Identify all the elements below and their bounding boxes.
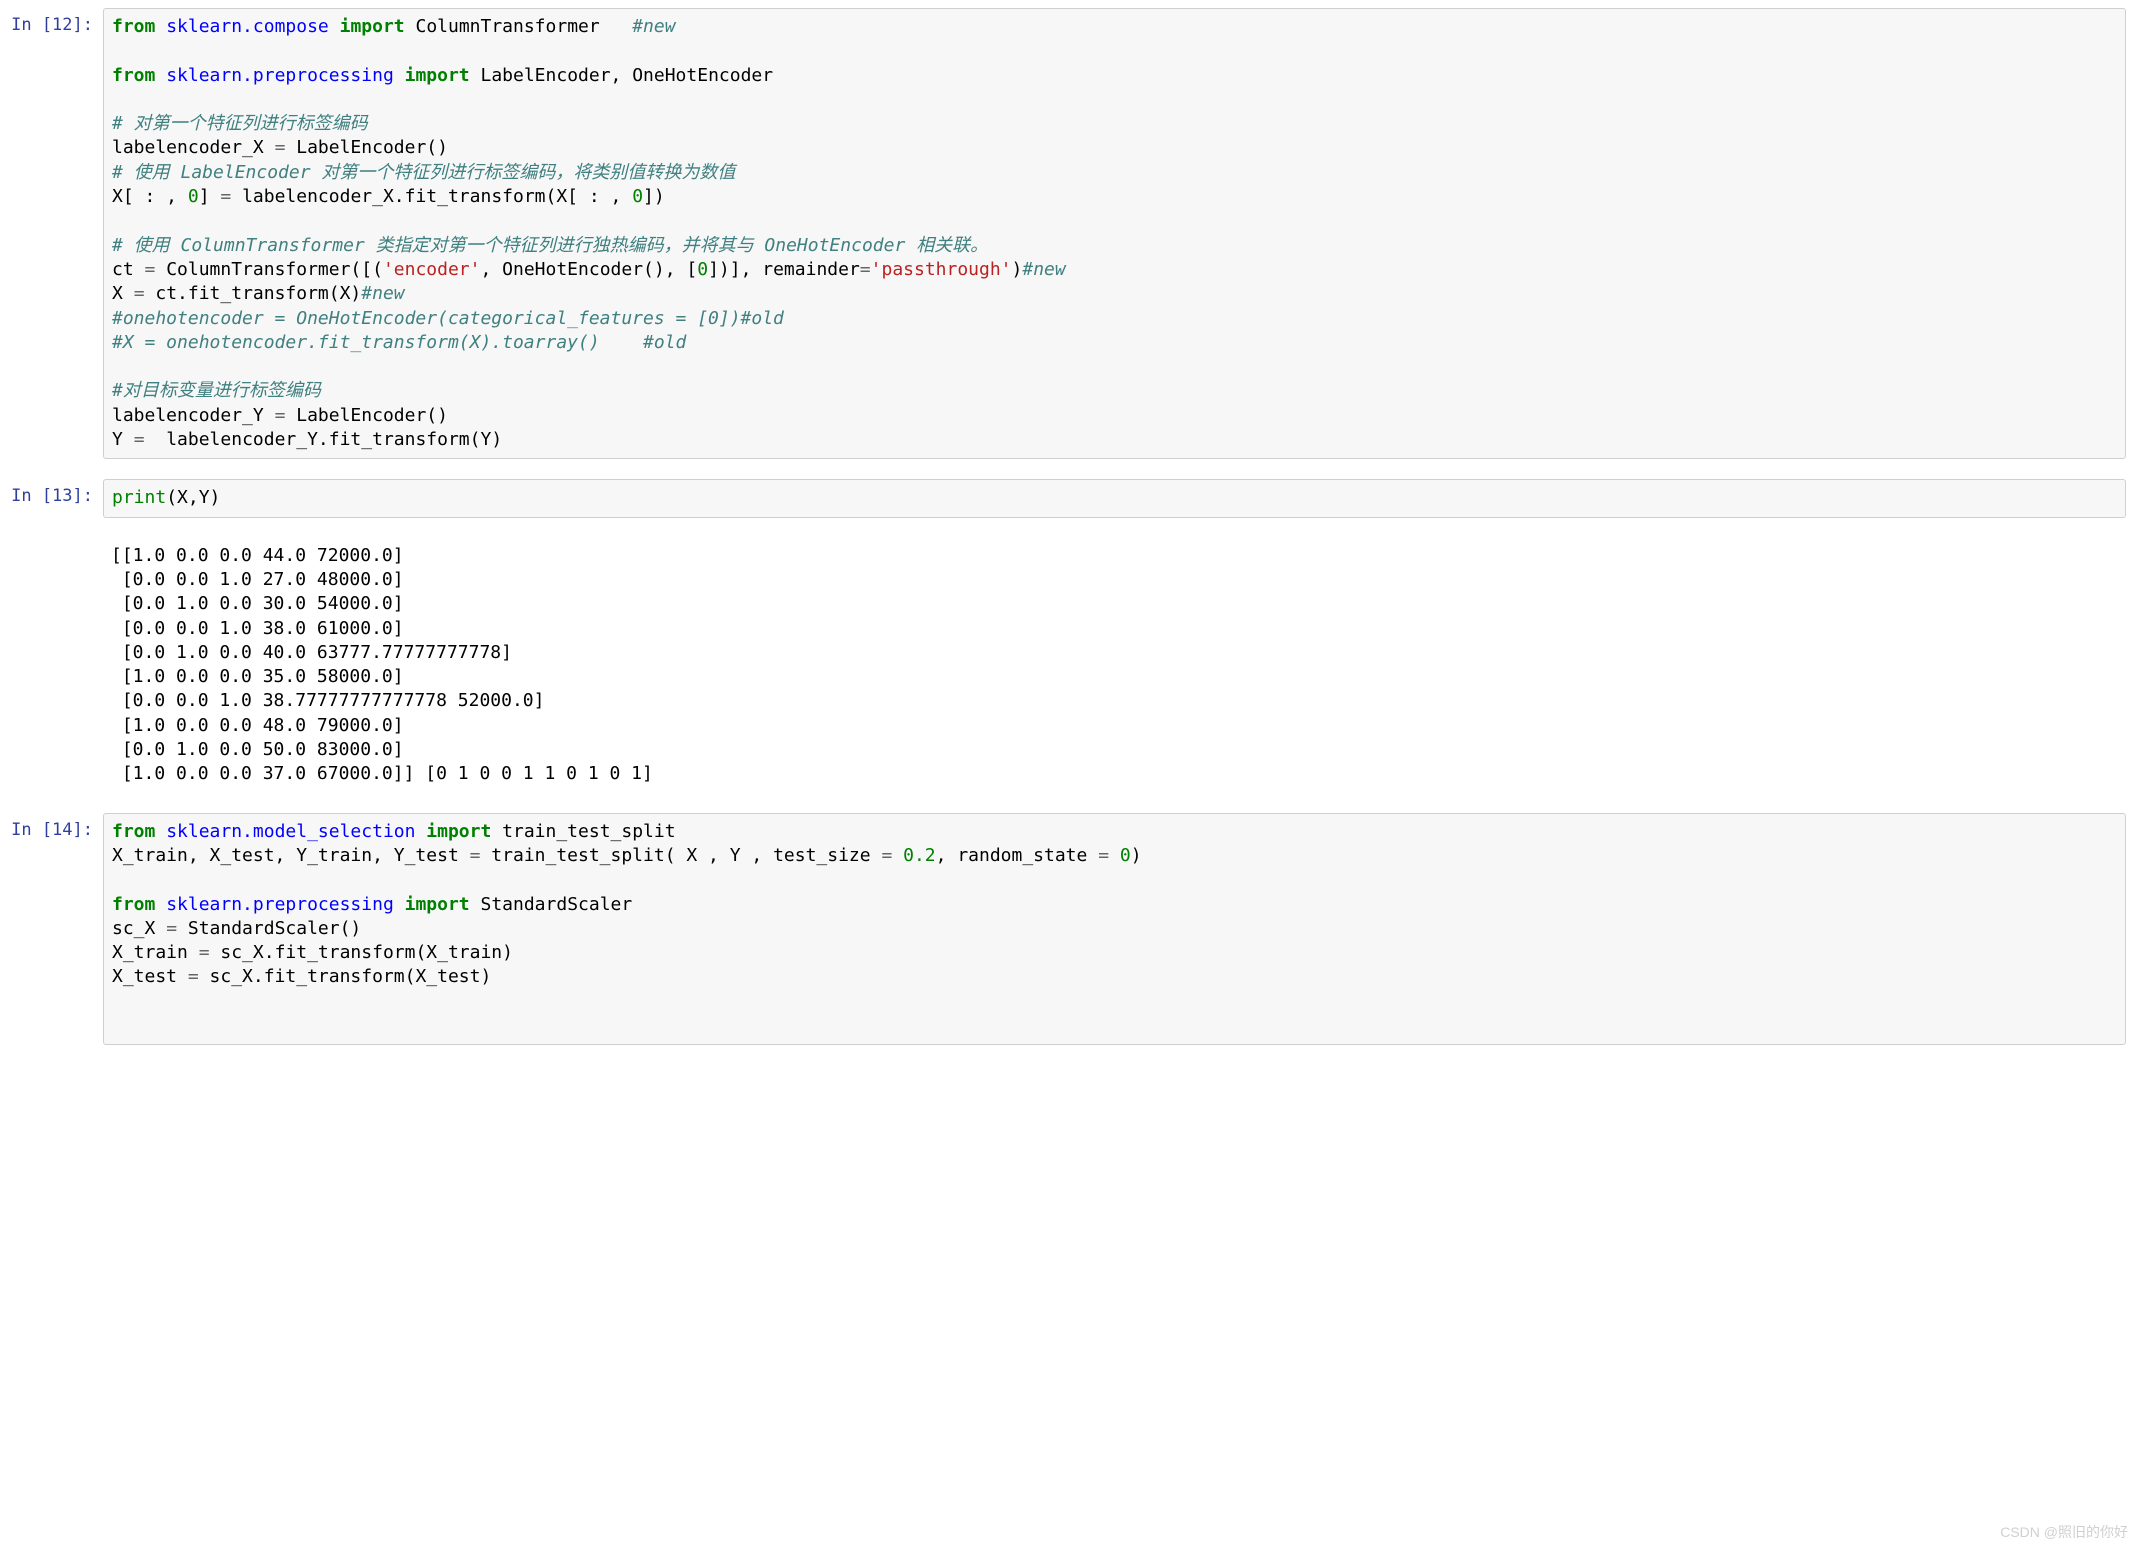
input-prompt: In [13]: (8, 479, 103, 517)
notebook-cell-14: In [14]: from sklearn.model_selection im… (8, 813, 2126, 1046)
code-input-area[interactable]: from sklearn.compose import ColumnTransf… (103, 8, 2126, 459)
input-prompt: In [14]: (8, 813, 103, 1046)
code-content[interactable]: from sklearn.model_selection import trai… (112, 820, 2117, 1039)
input-prompt: In [12]: (8, 8, 103, 459)
code-input-area[interactable]: from sklearn.model_selection import trai… (103, 813, 2126, 1046)
code-content[interactable]: print(X,Y) (112, 486, 2117, 510)
stdout-output: [[1.0 0.0 0.0 44.0 72000.0] [0.0 0.0 1.0… (103, 538, 2126, 793)
notebook-cell-13: In [13]: print(X,Y) (8, 479, 2126, 517)
notebook-cell-12: In [12]: from sklearn.compose import Col… (8, 8, 2126, 459)
output-prompt-empty (8, 538, 103, 793)
output-text: [[1.0 0.0 0.0 44.0 72000.0] [0.0 0.0 1.0… (111, 544, 2118, 787)
notebook-cell-13-output: [[1.0 0.0 0.0 44.0 72000.0] [0.0 0.0 1.0… (8, 538, 2126, 793)
code-input-area[interactable]: print(X,Y) (103, 479, 2126, 517)
csdn-watermark: CSDN @照旧的你好 (2000, 1523, 2128, 1542)
code-content[interactable]: from sklearn.compose import ColumnTransf… (112, 15, 2117, 452)
